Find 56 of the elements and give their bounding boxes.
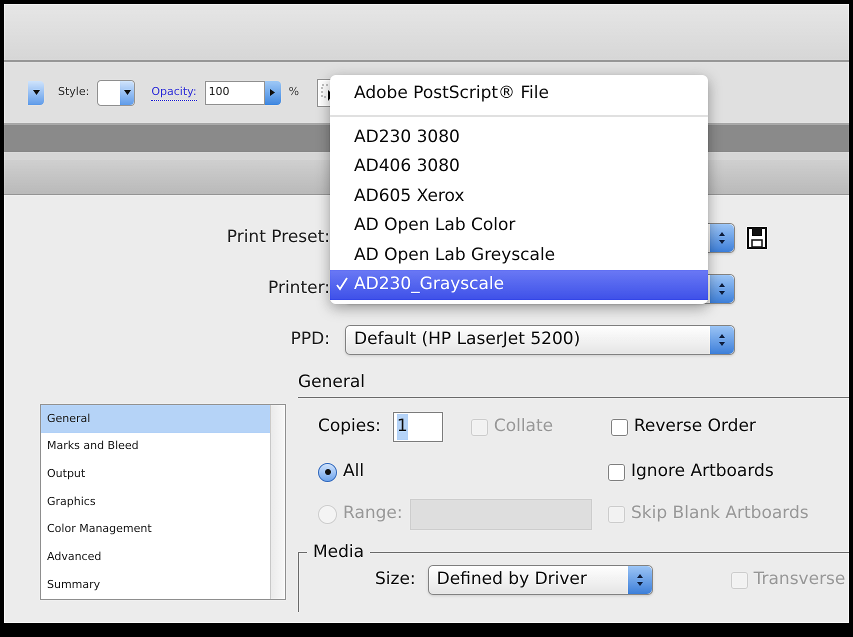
printer-name: AD230_Grayscale [354,273,504,296]
printer-menu-item[interactable]: AD Open Lab Greyscale [330,240,708,270]
checkbox-label: Transverse [754,568,846,592]
printer-label: Printer: [267,277,330,300]
ppd-dropdown[interactable]: Default (HP LaserJet 5200) [345,325,735,355]
radio-label: All [343,460,364,484]
play-arrow-icon [270,89,276,96]
checkbox-label: Reverse Order [634,415,756,438]
save-icon[interactable] [747,227,767,249]
checkbox[interactable] [610,418,628,436]
printer-menu-item[interactable]: AD Open Lab Color [330,211,708,240]
section-list-item[interactable]: Color Management [41,516,270,544]
copies-label: Copies: [318,415,381,438]
printer-menu-item[interactable]: AD605 Xerox [330,182,708,211]
printer-menu-item[interactable]: AD230_Grayscale [330,270,708,300]
printer-name: AD Open Lab Greyscale [354,244,556,266]
stepper-icon [710,275,734,303]
stepper-icon [710,224,734,252]
section-list-item[interactable]: Advanced [41,544,270,572]
radio-label: Range: [343,502,403,526]
caret-icon [32,90,40,95]
radio-button[interactable] [318,462,337,482]
checkbox-label: Skip Blank Artboards [631,502,809,526]
checkbox[interactable] [608,464,625,480]
dropdown-caret-button[interactable] [28,80,44,104]
section-list-item[interactable]: Graphics [41,488,270,516]
caret-icon [124,90,131,95]
opacity-field[interactable]: 100 [204,80,265,104]
general-heading: General [298,370,365,394]
stepper-icon [628,566,652,594]
printer-name: Adobe PostScript® File [354,82,549,105]
size-dropdown[interactable]: Defined by Driver [428,565,653,595]
opacity-link[interactable]: Opacity: [151,84,197,102]
style-dropdown[interactable] [97,80,136,106]
checkmark-icon [336,277,348,292]
printer-menu-item[interactable]: Adobe PostScript® File [330,79,708,108]
ppd-label: PPD: [290,328,330,352]
size-label: Size: [375,568,416,592]
style-label: Style: [58,84,90,100]
opacity-arrow-button[interactable] [264,80,281,104]
printer-name: AD230 3080 [354,126,460,148]
printer-menu-item[interactable]: AD230 3080 [330,122,708,152]
printer-menu-item[interactable]: AD406 3080 [330,152,708,182]
checkbox-label: Collate [494,415,554,438]
printer-name: AD406 3080 [354,155,460,178]
section-list-item[interactable]: General [41,405,270,433]
section-list-item[interactable]: Marks and Bleed [41,432,270,460]
printer-name: AD605 Xerox [354,184,464,208]
print-preset-label: Print Preset: [226,226,330,250]
checkbox-label: Ignore Artboards [631,460,774,484]
printer-name: AD Open Lab Color [354,214,516,237]
section-list-item[interactable]: Summary [41,571,270,600]
percent-label: % [288,84,300,100]
stepper-icon [710,326,734,354]
copies-field[interactable]: 1 [392,412,443,442]
section-list-item[interactable]: Output [41,460,270,488]
